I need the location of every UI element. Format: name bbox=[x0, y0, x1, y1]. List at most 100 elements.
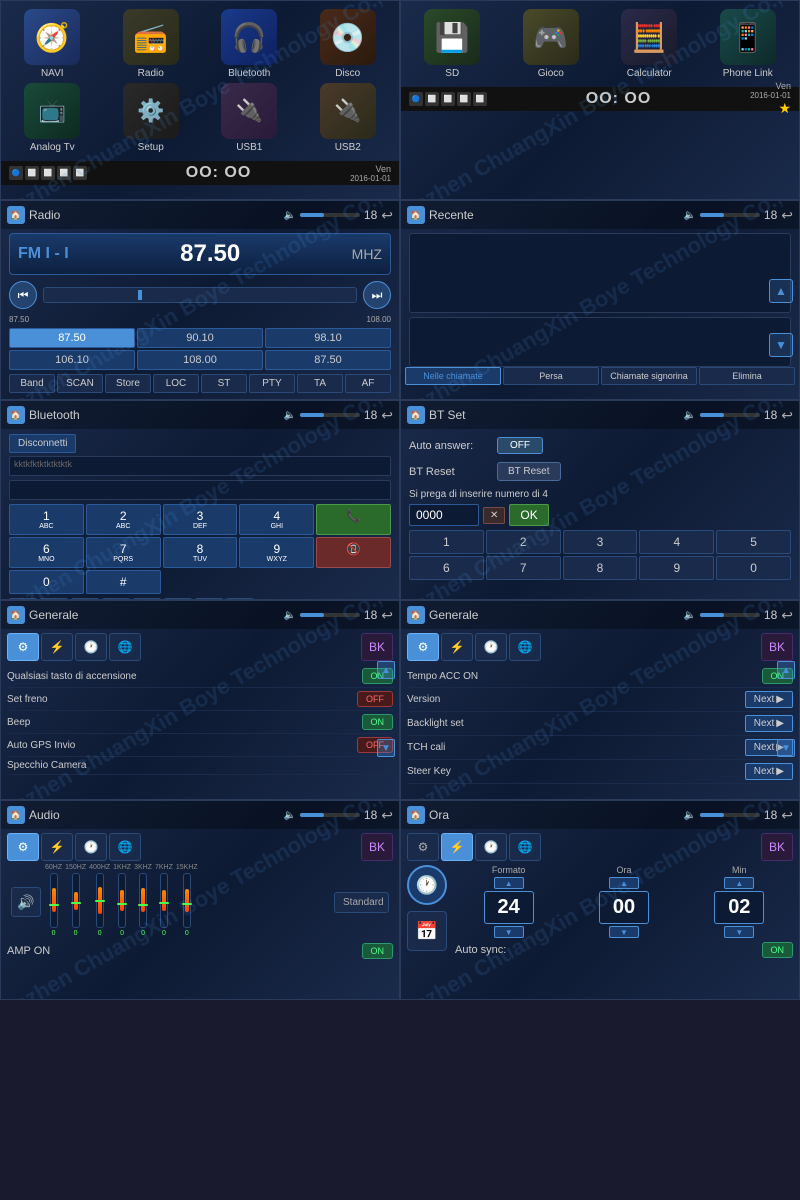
home-icon-btset[interactable]: 🏠 bbox=[407, 406, 425, 424]
gen2-tab-bk[interactable]: BK bbox=[761, 633, 793, 661]
hangup-button[interactable]: 📵 bbox=[316, 537, 391, 568]
scroll-down-btn[interactable]: ▼ bbox=[769, 333, 793, 357]
prev-button[interactable]: ⏮ bbox=[9, 281, 37, 309]
preset-87-50[interactable]: 87.50 bbox=[9, 328, 135, 348]
pty-btn[interactable]: PTY bbox=[249, 374, 295, 393]
formato-up[interactable]: ▲ bbox=[494, 877, 524, 889]
app-sd[interactable]: 💾 SD bbox=[405, 9, 500, 79]
app-usb1[interactable]: 🔌 USB1 bbox=[202, 83, 297, 153]
auto-answer-toggle[interactable]: OFF bbox=[497, 437, 543, 454]
key-6[interactable]: 6MNO bbox=[9, 537, 84, 568]
app-disco[interactable]: 💿 Disco bbox=[301, 9, 396, 79]
pin-9[interactable]: 9 bbox=[639, 556, 714, 580]
audio-tab-bk[interactable]: BK bbox=[361, 833, 393, 861]
gen1-scroll-up[interactable]: ▲ bbox=[377, 661, 395, 679]
tab-elimina[interactable]: Elimina bbox=[699, 367, 795, 385]
ora-up[interactable]: ▲ bbox=[609, 877, 639, 889]
key-2[interactable]: 2ABC bbox=[86, 504, 161, 535]
next-button[interactable]: ⏭ bbox=[363, 281, 391, 309]
home-icon-radio[interactable]: 🏠 bbox=[7, 206, 25, 224]
key-8[interactable]: 8TUV bbox=[163, 537, 238, 568]
formato-down[interactable]: ▼ bbox=[494, 926, 524, 938]
home-icon-bt[interactable]: 🏠 bbox=[7, 406, 25, 424]
ora-tab-eq[interactable]: ⚡ bbox=[441, 833, 473, 861]
pin-ok-btn[interactable]: OK bbox=[509, 504, 548, 526]
back-btn-audio[interactable]: ↩ bbox=[381, 807, 393, 824]
back-btn-gen1[interactable]: ↩ bbox=[381, 607, 393, 624]
home-icon-ora[interactable]: 🏠 bbox=[407, 806, 425, 824]
ta-btn[interactable]: TA bbox=[297, 374, 343, 393]
preset-106-10[interactable]: 106.10 bbox=[9, 350, 135, 370]
audio-tab-eq[interactable]: ⚡ bbox=[41, 833, 73, 861]
gen-tab-globe[interactable]: 🌐 bbox=[109, 633, 141, 661]
back-btn-btset[interactable]: ↩ bbox=[781, 407, 793, 424]
gen1-scroll-down[interactable]: ▼ bbox=[377, 739, 395, 757]
gen-tab-eq[interactable]: ⚡ bbox=[41, 633, 73, 661]
app-phonelink[interactable]: 📱 Phone Link bbox=[701, 9, 796, 79]
pin-2[interactable]: 2 bbox=[486, 530, 561, 554]
st-btn[interactable]: ST bbox=[201, 374, 247, 393]
tab-chiamate-signorina[interactable]: Chiamate signorina bbox=[601, 367, 697, 385]
pin-0[interactable]: 0 bbox=[716, 556, 791, 580]
store-btn[interactable]: Store bbox=[105, 374, 151, 393]
back-btn-recente[interactable]: ↩ bbox=[781, 207, 793, 224]
tab-persa[interactable]: Persa bbox=[503, 367, 599, 385]
preset-98-10[interactable]: 98.10 bbox=[265, 328, 391, 348]
gen-tab-bk[interactable]: BK bbox=[361, 633, 393, 661]
pin-7[interactable]: 7 bbox=[486, 556, 561, 580]
audio-tab-globe[interactable]: 🌐 bbox=[109, 833, 141, 861]
app-calculator[interactable]: 🧮 Calculator bbox=[602, 9, 697, 79]
min-down[interactable]: ▼ bbox=[724, 926, 754, 938]
key-3[interactable]: 3DEF bbox=[163, 504, 238, 535]
preset-108-00[interactable]: 108.00 bbox=[137, 350, 263, 370]
af-btn[interactable]: AF bbox=[345, 374, 391, 393]
scan-btn[interactable]: SCAN bbox=[57, 374, 103, 393]
disconnect-button[interactable]: Disconnetti bbox=[9, 434, 76, 453]
tab-nelle-chiamate[interactable]: Nelle chiamate bbox=[405, 367, 501, 385]
pin-1[interactable]: 1 bbox=[409, 530, 484, 554]
key-9[interactable]: 9WXYZ bbox=[239, 537, 314, 568]
home-icon-audio[interactable]: 🏠 bbox=[7, 806, 25, 824]
pin-3[interactable]: 3 bbox=[563, 530, 638, 554]
loc-btn[interactable]: LOC bbox=[153, 374, 199, 393]
bt-reset-btn[interactable]: BT Reset bbox=[497, 462, 561, 481]
key-4[interactable]: 4GHI bbox=[239, 504, 314, 535]
ora-tab-settings[interactable]: ⚙ bbox=[407, 833, 439, 861]
home-icon-gen1[interactable]: 🏠 bbox=[7, 606, 25, 624]
preset-90-10[interactable]: 90.10 bbox=[137, 328, 263, 348]
eq-preset[interactable]: Standard bbox=[334, 892, 389, 913]
gen2-tab-clock[interactable]: 🕐 bbox=[475, 633, 507, 661]
key-hash[interactable]: # bbox=[86, 570, 161, 594]
amp-toggle[interactable]: ON bbox=[362, 943, 394, 959]
ora-down[interactable]: ▼ bbox=[609, 926, 639, 938]
gen2-tab-globe[interactable]: 🌐 bbox=[509, 633, 541, 661]
gen2-next-steer[interactable]: Next ▶ bbox=[745, 763, 793, 780]
preset-87-50b[interactable]: 87.50 bbox=[265, 350, 391, 370]
scroll-up-btn[interactable]: ▲ bbox=[769, 279, 793, 303]
pin-input[interactable] bbox=[409, 504, 479, 526]
key-7[interactable]: 7PQRS bbox=[86, 537, 161, 568]
app-gioco[interactable]: 🎮 Gioco bbox=[504, 9, 599, 79]
ora-tab-globe[interactable]: 🌐 bbox=[509, 833, 541, 861]
back-btn-bt[interactable]: ↩ bbox=[381, 407, 393, 424]
app-usb2[interactable]: 🔌 USB2 bbox=[301, 83, 396, 153]
ora-tab-bk[interactable]: BK bbox=[761, 833, 793, 861]
app-navi[interactable]: 🧭 NAVI bbox=[5, 9, 100, 79]
gen2-tab-eq[interactable]: ⚡ bbox=[441, 633, 473, 661]
key-0[interactable]: 0 bbox=[9, 570, 84, 594]
app-analogtv[interactable]: 📺 Analog Tv bbox=[5, 83, 100, 153]
ora-tab-clock[interactable]: 🕐 bbox=[475, 833, 507, 861]
app-setup[interactable]: ⚙️ Setup bbox=[104, 83, 199, 153]
pin-8[interactable]: 8 bbox=[563, 556, 638, 580]
pin-4[interactable]: 4 bbox=[639, 530, 714, 554]
app-radio[interactable]: 📻 Radio bbox=[104, 9, 199, 79]
autosync-toggle[interactable]: ON bbox=[762, 942, 794, 958]
audio-tab-settings[interactable]: ⚙ bbox=[7, 833, 39, 861]
gen2-tab-settings[interactable]: ⚙ bbox=[407, 633, 439, 661]
gen-tab-settings[interactable]: ⚙ bbox=[7, 633, 39, 661]
app-bluetooth[interactable]: 🎧 Bluetooth bbox=[202, 9, 297, 79]
back-btn-ora[interactable]: ↩ bbox=[781, 807, 793, 824]
call-button[interactable]: 📞 bbox=[316, 504, 391, 535]
back-btn-radio[interactable]: ↩ bbox=[381, 207, 393, 224]
gen2-scroll-down[interactable]: ▼ bbox=[777, 739, 795, 757]
